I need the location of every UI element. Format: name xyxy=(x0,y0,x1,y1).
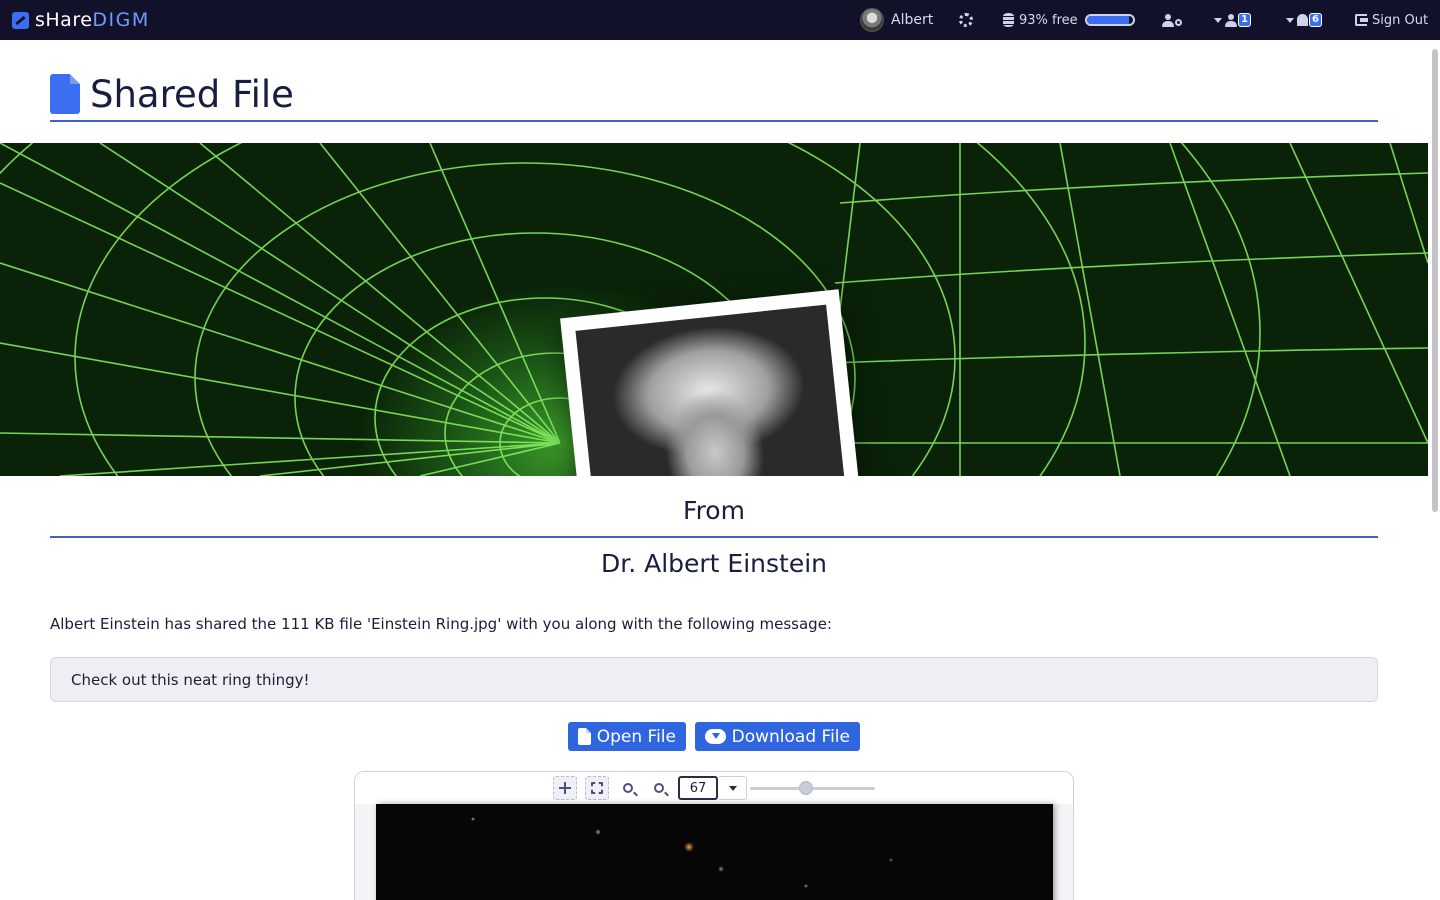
section-divider xyxy=(50,536,1378,538)
zoom-out-button[interactable] xyxy=(616,776,640,800)
cloud-download-icon xyxy=(705,729,726,744)
sign-out-button[interactable]: Sign Out xyxy=(1355,0,1428,40)
sign-out-label: Sign Out xyxy=(1372,12,1429,28)
download-file-button[interactable]: Download File xyxy=(695,722,860,751)
top-navbar: sHareDIGM Albert 93% free 1 6 Sign Out xyxy=(0,0,1440,40)
viewer-toolbar xyxy=(355,772,1073,804)
contacts-icon xyxy=(1225,13,1237,27)
sender-banner xyxy=(0,143,1428,476)
pan-tool-button[interactable] xyxy=(553,776,577,800)
user-profile-link[interactable]: Albert xyxy=(860,0,933,40)
settings-button[interactable] xyxy=(959,0,973,40)
shared-image-preview[interactable] xyxy=(376,804,1053,900)
sign-out-icon xyxy=(1355,14,1368,26)
page-header: Shared File xyxy=(50,74,1378,122)
storage-progress-bar xyxy=(1084,14,1135,26)
move-icon xyxy=(559,782,571,794)
notifications-count-badge: 6 xyxy=(1309,13,1322,27)
page-title: Shared File xyxy=(90,73,294,116)
file-icon xyxy=(578,728,591,745)
share-description: Albert Einstein has shared the 111 KB fi… xyxy=(50,615,832,633)
image-viewer xyxy=(354,771,1074,900)
find-user-button[interactable] xyxy=(1162,0,1182,40)
share-message-box: Check out this neat ring thingy! xyxy=(50,657,1378,702)
zoom-out-icon xyxy=(623,783,633,793)
zoom-slider-track[interactable] xyxy=(750,781,875,795)
caret-down-icon xyxy=(728,785,737,791)
from-label: From xyxy=(683,496,745,525)
brand-logo-icon xyxy=(12,11,29,29)
share-message-text: Check out this neat ring thingy! xyxy=(71,671,310,689)
zoom-preset-dropdown[interactable] xyxy=(719,776,747,800)
sender-photo-frame xyxy=(560,289,870,476)
download-file-label: Download File xyxy=(731,726,850,747)
caret-down-icon xyxy=(1286,17,1294,23)
contacts-count-badge: 1 xyxy=(1238,13,1251,27)
brand-name: sHareDIGM xyxy=(35,9,150,31)
avatar xyxy=(860,8,884,32)
open-file-label: Open File xyxy=(596,726,676,747)
zoom-in-icon xyxy=(654,783,664,793)
page-scrollbar[interactable] xyxy=(1432,49,1438,512)
brand-logo-link[interactable]: sHareDIGM xyxy=(12,8,150,32)
contacts-dropdown[interactable]: 1 xyxy=(1214,0,1251,40)
bell-icon xyxy=(1297,14,1308,26)
file-icon xyxy=(50,74,80,114)
zoom-slider-thumb[interactable] xyxy=(799,781,814,795)
zoom-level-input[interactable] xyxy=(678,776,718,800)
storage-progress-fill xyxy=(1086,16,1130,24)
fullscreen-icon xyxy=(591,782,603,794)
user-icon xyxy=(1162,13,1174,27)
open-file-button[interactable]: Open File xyxy=(568,722,686,751)
caret-down-icon xyxy=(1214,17,1222,23)
storage-indicator[interactable]: 93% free xyxy=(1003,0,1135,40)
search-icon xyxy=(1175,19,1182,26)
database-icon xyxy=(1003,13,1014,27)
sender-portrait-image xyxy=(575,304,852,476)
fit-to-view-button[interactable] xyxy=(585,776,609,800)
storage-free-text: 93% free xyxy=(1019,12,1078,28)
user-name: Albert xyxy=(891,12,934,28)
zoom-in-button[interactable] xyxy=(647,776,671,800)
gear-icon xyxy=(959,13,973,27)
sender-name: Dr. Albert Einstein xyxy=(600,549,828,578)
notifications-dropdown[interactable]: 6 xyxy=(1286,0,1322,40)
